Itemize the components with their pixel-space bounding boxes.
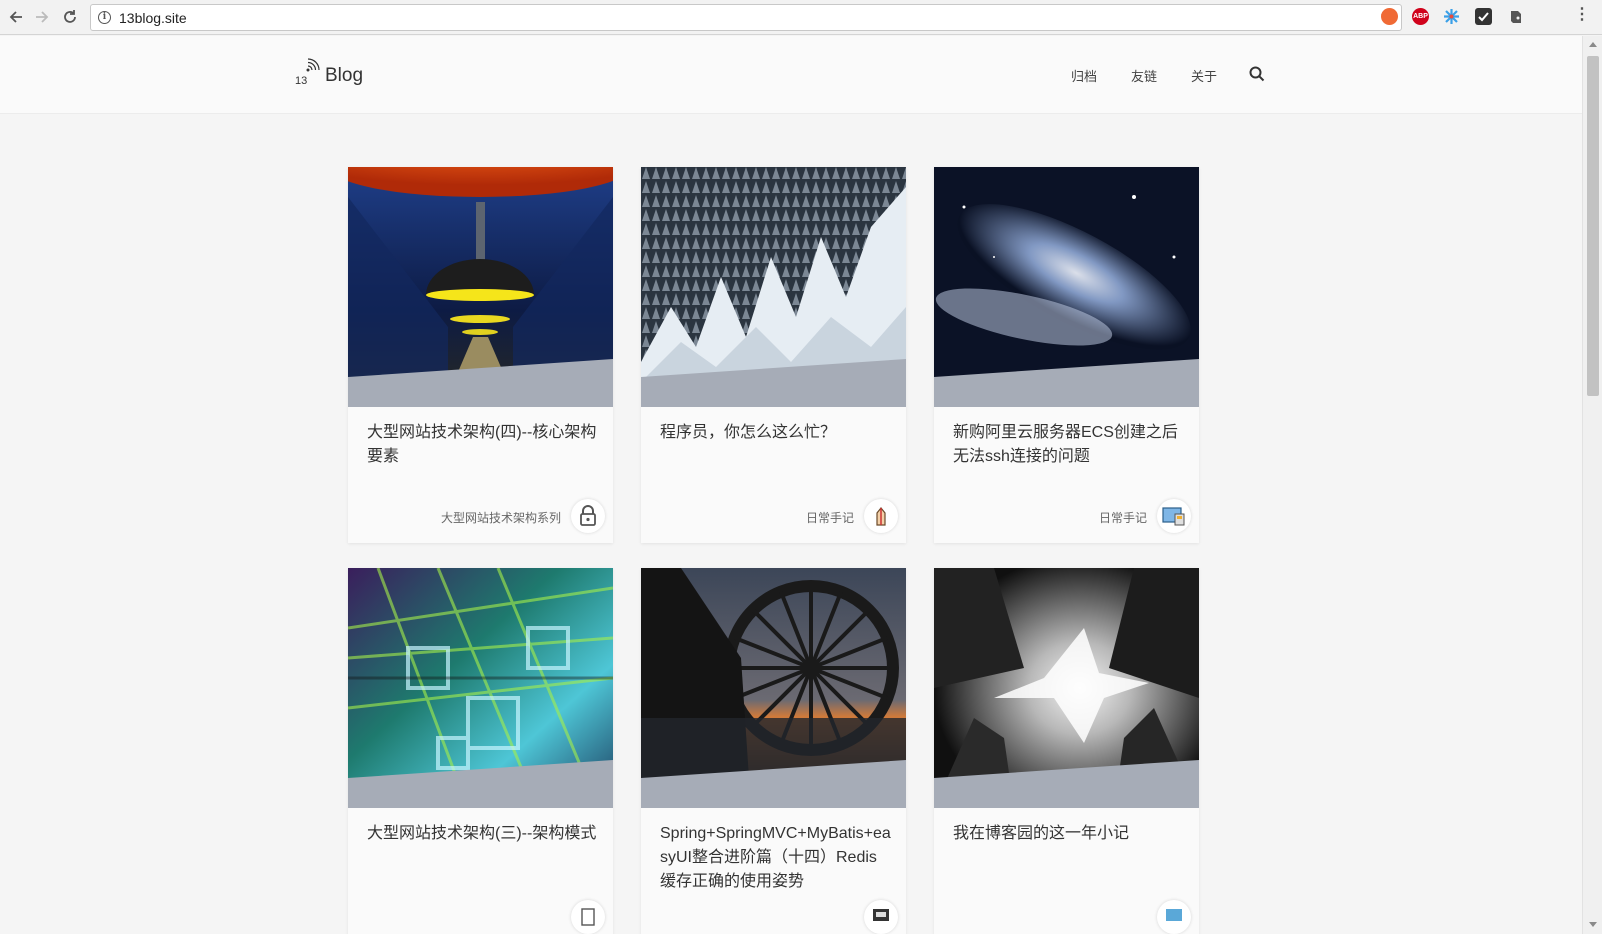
site-logo[interactable]: 13 Blog: [295, 58, 370, 92]
logo-text: Blog: [325, 65, 364, 86]
lock-icon: [580, 505, 596, 526]
post-title[interactable]: 新购阿里云服务器ECS创建之后无法ssh连接的问题: [953, 421, 1185, 469]
screen-icon: [1162, 507, 1185, 526]
post-cover-image: [641, 568, 906, 808]
nav-links[interactable]: 友链: [1131, 66, 1157, 85]
post-card[interactable]: Spring+SpringMVC+MyBatis+easyUI整合进阶篇（十四）…: [641, 568, 906, 934]
search-icon[interactable]: [1249, 66, 1265, 82]
category-avatar[interactable]: [864, 900, 898, 934]
post-title[interactable]: 我在博客园的这一年小记: [953, 822, 1185, 846]
post-title[interactable]: 大型网站技术架构(三)--架构模式: [367, 822, 599, 846]
extension-pinwheel-icon[interactable]: [1443, 8, 1460, 25]
post-title[interactable]: 大型网站技术架构(四)--核心架构要素: [367, 421, 599, 469]
category-avatar[interactable]: [571, 900, 605, 934]
scroll-up-icon[interactable]: [1589, 42, 1597, 47]
scrollbar-thumb[interactable]: [1587, 56, 1599, 396]
reload-button[interactable]: [60, 7, 80, 27]
post-card[interactable]: 新购阿里云服务器ECS创建之后无法ssh连接的问题 日常手记: [934, 167, 1199, 543]
reload-icon: [64, 10, 76, 23]
post-category[interactable]: 日常手记: [1099, 509, 1147, 526]
category-avatar[interactable]: [864, 499, 898, 533]
adblock-label: ABP: [1413, 13, 1428, 20]
nav-archive[interactable]: 归档: [1071, 66, 1097, 85]
nav-about[interactable]: 关于: [1191, 66, 1217, 85]
category-avatar[interactable]: [1157, 499, 1191, 533]
scroll-down-icon[interactable]: [1589, 922, 1597, 927]
arrow-left-icon: [9, 11, 22, 23]
post-cover-image: [348, 568, 613, 808]
evernote-icon[interactable]: [1507, 8, 1524, 25]
page-viewport: 13 Blog 归档 友链 关于 大型网站技术架构(四)--核心架构要素 大型网…: [0, 36, 1582, 934]
extension-orange-icon[interactable]: [1381, 8, 1398, 25]
arrow-right-icon: [36, 11, 49, 23]
post-category[interactable]: 大型网站技术架构系列: [441, 509, 561, 526]
browser-toolbar: i 13blog.site ☆ ABP ⋮: [0, 0, 1602, 35]
post-card[interactable]: 我在博客园的这一年小记: [934, 568, 1199, 934]
category-avatar[interactable]: [1157, 900, 1191, 934]
extension-check-icon[interactable]: [1475, 8, 1492, 25]
adblock-plus-icon[interactable]: ABP: [1412, 8, 1429, 25]
post-card[interactable]: 大型网站技术架构(四)--核心架构要素 大型网站技术架构系列: [348, 167, 613, 543]
site-info-icon[interactable]: i: [98, 11, 111, 24]
post-card[interactable]: 大型网站技术架构(三)--架构模式: [348, 568, 613, 934]
site-header: 13 Blog 归档 友链 关于: [0, 36, 1582, 114]
logo-number: 13: [295, 75, 308, 87]
browser-menu-icon[interactable]: ⋮: [1574, 7, 1590, 23]
back-button[interactable]: [6, 7, 26, 27]
page-scrollbar[interactable]: [1582, 36, 1602, 934]
doc-icon: [581, 908, 595, 926]
post-title[interactable]: Spring+SpringMVC+MyBatis+easyUI整合进阶篇（十四）…: [660, 822, 892, 894]
post-cover-image: [641, 167, 906, 407]
post-cover-image: [934, 167, 1199, 407]
printer-icon: [873, 909, 889, 921]
address-bar[interactable]: i 13blog.site ☆: [90, 4, 1402, 31]
post-cover-image: [348, 167, 613, 407]
category-avatar[interactable]: [571, 499, 605, 533]
signal-icon: [306, 58, 320, 72]
post-cover-image: [934, 568, 1199, 808]
pen-hand-icon: [876, 507, 886, 526]
post-category[interactable]: 日常手记: [806, 509, 854, 526]
url-text: 13blog.site: [119, 10, 187, 26]
monitor-icon: [1166, 909, 1182, 921]
post-card[interactable]: 程序员，你怎么这么忙？ 日常手记: [641, 167, 906, 543]
forward-button[interactable]: [32, 7, 52, 27]
post-title[interactable]: 程序员，你怎么这么忙？: [660, 421, 892, 445]
